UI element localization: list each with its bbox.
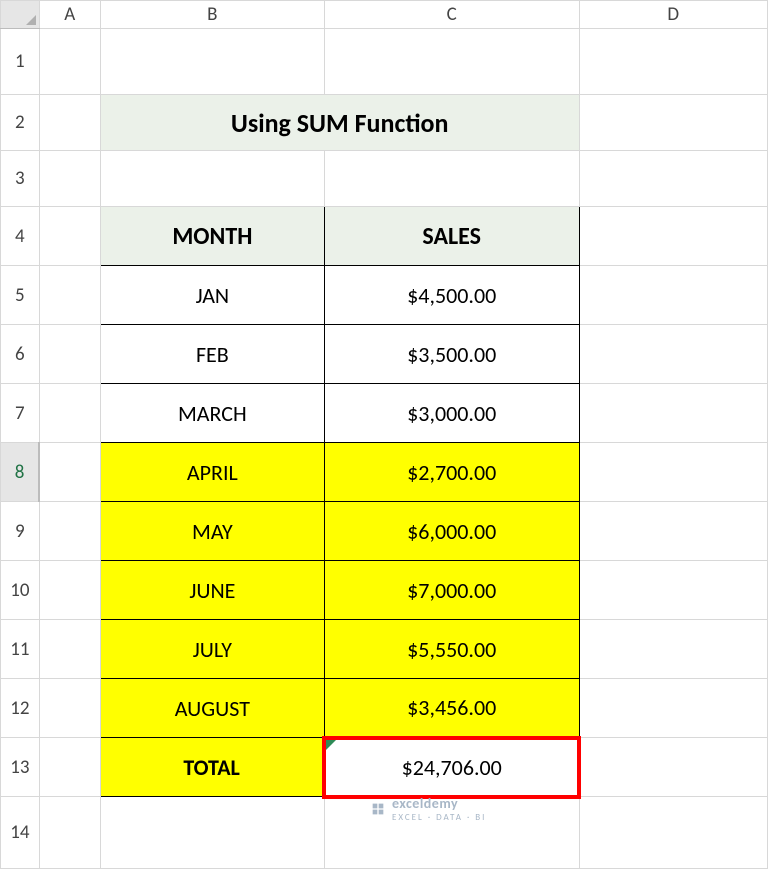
col-header-B[interactable]: B: [100, 1, 324, 29]
cell-month-4[interactable]: MAY: [100, 502, 324, 561]
cell-month-5[interactable]: JUNE: [100, 561, 324, 620]
header-month[interactable]: MONTH: [100, 207, 324, 266]
cell-month-1[interactable]: FEB: [100, 325, 324, 384]
cell-sales-3[interactable]: $2,700.00: [324, 443, 579, 502]
cell-sales-2[interactable]: $3,000.00: [324, 384, 579, 443]
cell-A1[interactable]: [39, 29, 100, 95]
header-sales[interactable]: SALES: [324, 207, 579, 266]
cell-month-7[interactable]: AUGUST: [100, 679, 324, 738]
col-header-D[interactable]: D: [579, 1, 767, 29]
cell-D10[interactable]: [579, 561, 767, 620]
watermark-brand: exceldemy: [392, 795, 486, 812]
cell-A13[interactable]: [39, 738, 100, 797]
cell-D1[interactable]: [579, 29, 767, 95]
cell-sales-4[interactable]: $6,000.00: [324, 502, 579, 561]
cell-D7[interactable]: [579, 384, 767, 443]
cell-A5[interactable]: [39, 266, 100, 325]
col-header-A[interactable]: A: [39, 1, 100, 29]
row-header-4[interactable]: 4: [1, 207, 40, 266]
cell-A9[interactable]: [39, 502, 100, 561]
cell-D2[interactable]: [579, 95, 767, 151]
row-header-13[interactable]: 13: [1, 738, 40, 797]
row-header-6[interactable]: 6: [1, 325, 40, 384]
watermark-tag: EXCEL · DATA · BI: [392, 812, 486, 823]
cell-D12[interactable]: [579, 679, 767, 738]
spreadsheet-grid[interactable]: A B C D 1 2 Using SUM Function 3 4 MONTH…: [0, 0, 768, 869]
cell-D14[interactable]: [579, 797, 767, 869]
cell-C1[interactable]: [324, 29, 579, 95]
row-header-14[interactable]: 14: [1, 797, 40, 869]
cell-A7[interactable]: [39, 384, 100, 443]
cell-D5[interactable]: [579, 266, 767, 325]
cell-A14[interactable]: [39, 797, 100, 869]
cell-C3[interactable]: [324, 151, 579, 207]
cell-D6[interactable]: [579, 325, 767, 384]
cell-D8[interactable]: [579, 443, 767, 502]
logo-icon: [370, 801, 386, 817]
col-header-C[interactable]: C: [324, 1, 579, 29]
cell-D11[interactable]: [579, 620, 767, 679]
row-header-5[interactable]: 5: [1, 266, 40, 325]
cell-A6[interactable]: [39, 325, 100, 384]
cell-D4[interactable]: [579, 207, 767, 266]
row-header-12[interactable]: 12: [1, 679, 40, 738]
title-cell[interactable]: Using SUM Function: [100, 95, 579, 151]
cell-sales-6[interactable]: $5,550.00: [324, 620, 579, 679]
row-header-9[interactable]: 9: [1, 502, 40, 561]
row-header-2[interactable]: 2: [1, 95, 40, 151]
cell-month-0[interactable]: JAN: [100, 266, 324, 325]
cell-A12[interactable]: [39, 679, 100, 738]
row-header-11[interactable]: 11: [1, 620, 40, 679]
cell-A3[interactable]: [39, 151, 100, 207]
cell-month-3[interactable]: APRIL: [100, 443, 324, 502]
cell-sales-5[interactable]: $7,000.00: [324, 561, 579, 620]
row-header-1[interactable]: 1: [1, 29, 40, 95]
cell-sales-1[interactable]: $3,500.00: [324, 325, 579, 384]
select-all-corner[interactable]: [1, 1, 40, 29]
cell-D13[interactable]: [579, 738, 767, 797]
cell-sales-0[interactable]: $4,500.00: [324, 266, 579, 325]
cell-A8[interactable]: [39, 443, 100, 502]
row-header-7[interactable]: 7: [1, 384, 40, 443]
cell-A2[interactable]: [39, 95, 100, 151]
cell-B3[interactable]: [100, 151, 324, 207]
watermark: exceldemy EXCEL · DATA · BI: [370, 795, 486, 823]
cell-D9[interactable]: [579, 502, 767, 561]
row-header-3[interactable]: 3: [1, 151, 40, 207]
cell-B14[interactable]: [100, 797, 324, 869]
total-value[interactable]: $24,706.00: [324, 738, 579, 797]
cell-B1[interactable]: [100, 29, 324, 95]
cell-month-6[interactable]: JULY: [100, 620, 324, 679]
cell-D3[interactable]: [579, 151, 767, 207]
cell-sales-7[interactable]: $3,456.00: [324, 679, 579, 738]
row-header-8[interactable]: 8: [1, 443, 40, 502]
total-label[interactable]: TOTAL: [100, 738, 324, 797]
cell-A4[interactable]: [39, 207, 100, 266]
cell-A10[interactable]: [39, 561, 100, 620]
row-header-10[interactable]: 10: [1, 561, 40, 620]
cell-A11[interactable]: [39, 620, 100, 679]
cell-month-2[interactable]: MARCH: [100, 384, 324, 443]
